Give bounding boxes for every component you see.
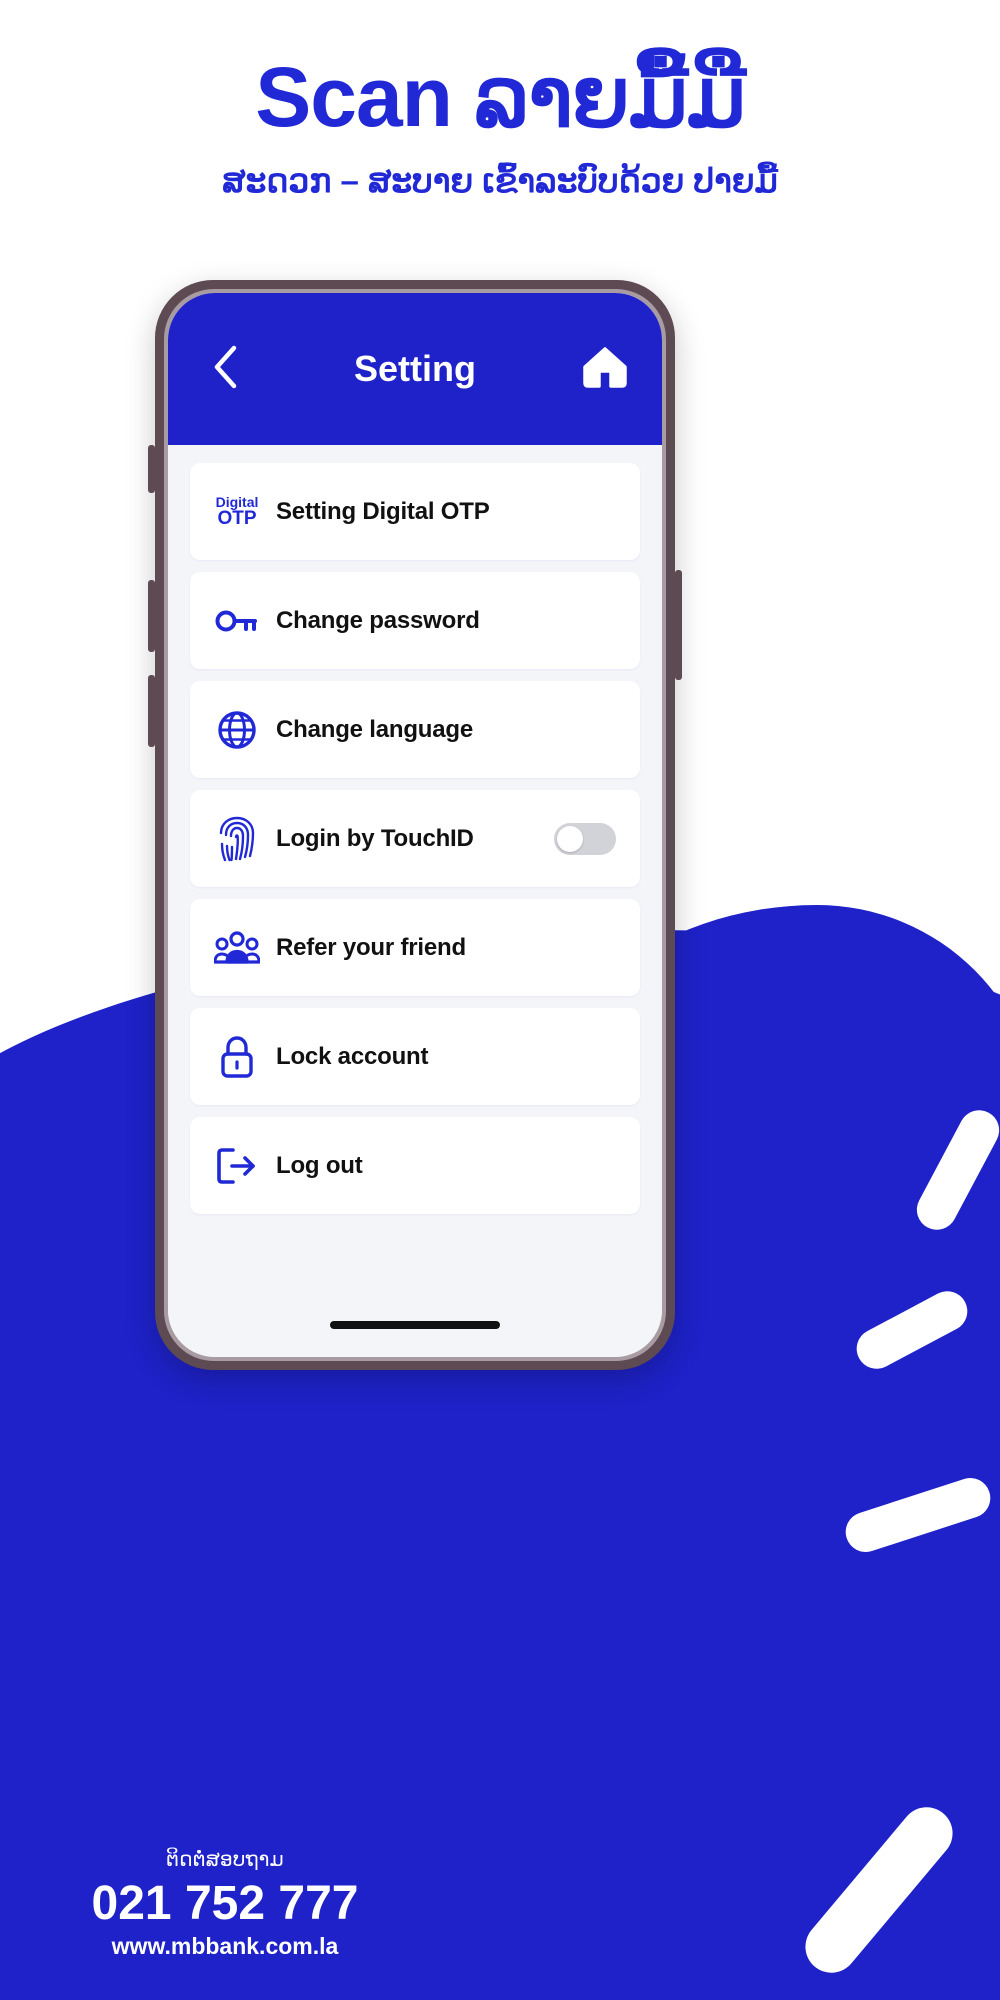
home-indicator[interactable]	[330, 1321, 500, 1329]
page-title: Scan ລາຍມື້ມື	[255, 50, 746, 144]
list-item-refer-your-friend[interactable]: Refer your friend	[190, 899, 640, 996]
phone-bezel: Setting Digital OTP Setting Digital OTP …	[164, 289, 666, 1361]
list-item-label: Lock account	[276, 1042, 429, 1070]
phone-side-button	[148, 445, 155, 493]
list-item-label: Setting Digital OTP	[276, 497, 490, 525]
footer-contact: ຕິດຕໍ່ສອບຖາມ 021 752 777 www.mbbank.com.…	[80, 1847, 370, 1960]
headline-block: Scan ລາຍມື້ມື ສະດວກ – ສະບາຍ ເຂົ້າລະບົບດ້…	[0, 0, 1000, 200]
list-item-setting-digital-otp[interactable]: Digital OTP Setting Digital OTP	[190, 463, 640, 560]
list-item-lock-account[interactable]: Lock account	[190, 1008, 640, 1105]
home-button[interactable]	[578, 342, 632, 396]
settings-list: Digital OTP Setting Digital OTP Change p…	[168, 445, 662, 1293]
lock-icon	[214, 1034, 260, 1080]
list-item-label: Log out	[276, 1151, 363, 1179]
phone-screen: Setting Digital OTP Setting Digital OTP …	[168, 293, 662, 1357]
logout-icon	[214, 1143, 260, 1189]
contact-label: ຕິດຕໍ່ສອບຖາມ	[166, 1849, 284, 1871]
list-item-login-by-touchid[interactable]: Login by TouchID	[190, 790, 640, 887]
home-icon	[582, 345, 628, 394]
phone-volume-up-button	[148, 580, 155, 652]
people-group-icon	[214, 925, 260, 971]
phone-mockup: Setting Digital OTP Setting Digital OTP …	[148, 280, 682, 1370]
toggle-knob	[557, 825, 583, 852]
list-item-label: Refer your friend	[276, 933, 466, 961]
page-subtitle: ສະດວກ – ສະບາຍ ເຂົ້າລະບົບດ້ວຍ ປາຍມື້	[222, 161, 778, 199]
poster-canvas: Scan ລາຍມື້ມື ສະດວກ – ສະບາຍ ເຂົ້າລະບົບດ້…	[0, 0, 1000, 2000]
phone-volume-down-button	[148, 675, 155, 747]
list-item-label: Login by TouchID	[276, 824, 474, 852]
digital-otp-icon: Digital OTP	[214, 489, 260, 535]
back-button[interactable]	[198, 342, 252, 396]
globe-icon	[214, 707, 260, 753]
contact-phone: 021 752 777	[91, 1877, 359, 1930]
phone-power-button	[675, 570, 682, 680]
touchid-toggle[interactable]	[554, 822, 616, 855]
list-item-label: Change language	[276, 715, 474, 743]
digital-otp-icon-line1: Digital	[215, 494, 259, 510]
list-item-label: Change password	[276, 606, 480, 634]
contact-website: www.mbbank.com.la	[111, 1933, 339, 1959]
home-indicator-area	[168, 1293, 662, 1357]
fingerprint-icon	[214, 816, 260, 862]
digital-otp-icon-line2: OTP	[217, 508, 257, 529]
chevron-left-icon	[210, 344, 240, 395]
list-item-log-out[interactable]: Log out	[190, 1117, 640, 1214]
app-bar: Setting	[168, 293, 662, 445]
list-item-change-language[interactable]: Change language	[190, 681, 640, 778]
key-icon	[214, 598, 260, 644]
list-item-change-password[interactable]: Change password	[190, 572, 640, 669]
